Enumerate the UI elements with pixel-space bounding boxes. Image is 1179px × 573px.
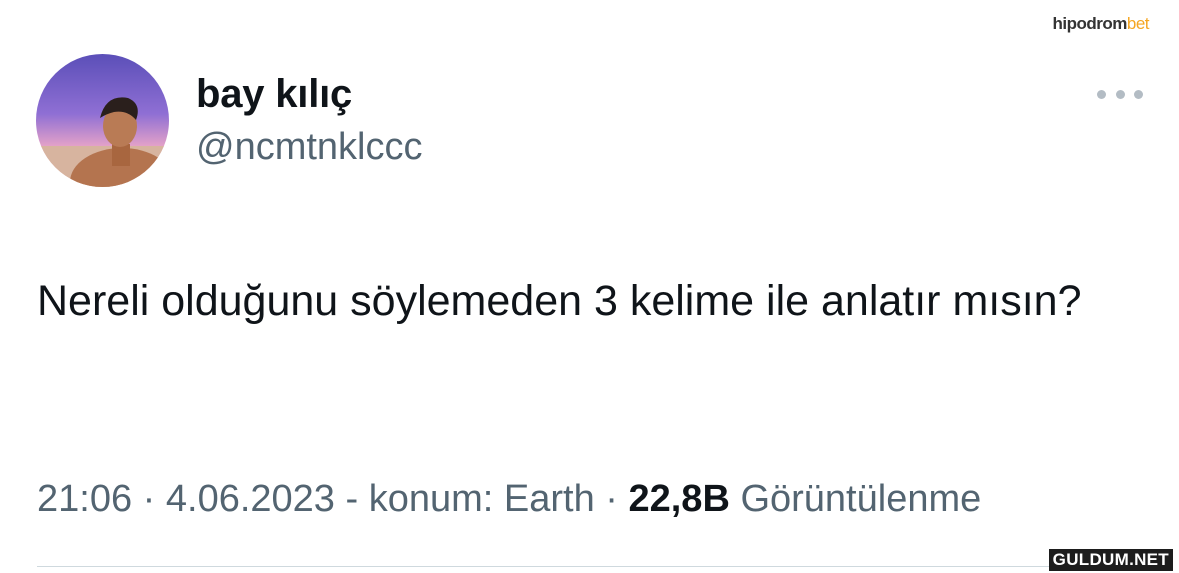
tweet-date[interactable]: 4.06.2023 bbox=[166, 478, 335, 520]
tweet-time[interactable]: 21:06 bbox=[37, 478, 132, 520]
tweet-meta: 21:06 · 4.06.2023 - konum: Earth · 22,8B… bbox=[37, 478, 981, 521]
tweet-text: Nereli olduğunu söylemeden 3 kelime ile … bbox=[37, 277, 1082, 325]
views-count[interactable]: 22,8B bbox=[628, 478, 729, 520]
display-name[interactable]: bay kılıç bbox=[196, 72, 352, 117]
avatar[interactable] bbox=[36, 54, 169, 187]
meta-separator: · bbox=[132, 478, 166, 520]
views-label: Görüntülenme bbox=[729, 478, 982, 520]
guldum-watermark: GULDUM.NET bbox=[1048, 549, 1173, 571]
ellipsis-icon-dot bbox=[1134, 89, 1143, 99]
divider bbox=[37, 566, 1142, 567]
avatar-image bbox=[36, 54, 169, 187]
ellipsis-icon-dot bbox=[1115, 89, 1125, 99]
hipodrombet-watermark: hipodrombet bbox=[1052, 14, 1149, 34]
tweet-location: - konum: Earth bbox=[334, 478, 595, 520]
user-handle[interactable]: @ncmtnklccc bbox=[196, 126, 423, 169]
more-options-button[interactable] bbox=[1097, 82, 1143, 106]
ellipsis-icon-dot bbox=[1097, 89, 1106, 99]
watermark-main-text: hipodrom bbox=[1052, 14, 1127, 33]
watermark-accent-text: bet bbox=[1126, 14, 1150, 33]
meta-separator: · bbox=[594, 478, 629, 520]
